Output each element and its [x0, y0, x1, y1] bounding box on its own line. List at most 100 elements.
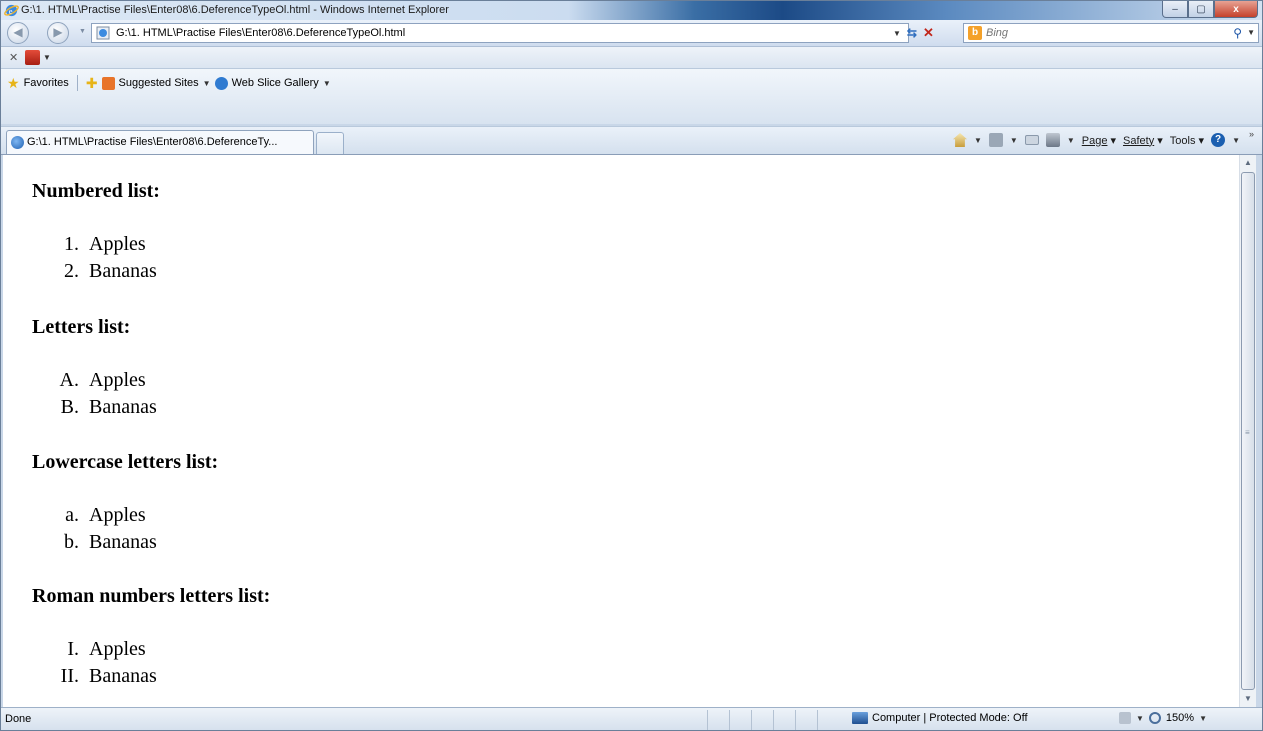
feeds-icon[interactable]	[988, 133, 1003, 147]
recent-pages-dropdown-icon[interactable]: ▼	[79, 28, 86, 35]
tab-strip: G:\1. HTML\Practise Files\Enter08\6.Defe…	[1, 126, 1262, 155]
list-marker: 1.	[64, 233, 79, 255]
print-icon[interactable]	[1045, 133, 1060, 147]
list-marker: II.	[60, 665, 79, 687]
minimize-button[interactable]: –	[1162, 1, 1188, 18]
list-item-text: Apples	[89, 233, 146, 255]
list-item: II. Bananas	[43, 663, 157, 690]
privacy-icon[interactable]	[1119, 712, 1131, 724]
refresh-icon[interactable]: ⇆	[907, 26, 917, 40]
status-bar: Done Computer | Protected Mode: Off ▼ 15…	[1, 707, 1262, 730]
status-panel	[795, 710, 817, 730]
suggested-sites-dropdown-icon[interactable]: ▼	[203, 79, 211, 88]
list-item: 1. Apples	[43, 231, 157, 258]
navigation-bar: ◀ ▶ ▼ G:\1. HTML\Practise Files\Enter08\…	[1, 20, 1262, 46]
back-button[interactable]: ◀	[7, 22, 29, 44]
list-item-text: Apples	[89, 638, 146, 660]
tab-current-page[interactable]: G:\1. HTML\Practise Files\Enter08\6.Defe…	[6, 130, 314, 154]
list-item-text: Bananas	[89, 260, 157, 282]
page-menu[interactable]: Page ▾	[1082, 134, 1116, 147]
title-bar: e G:\1. HTML\Practise Files\Enter08\6.De…	[1, 1, 1262, 20]
page-menu-label: Page	[1081, 134, 1108, 147]
favorites-bar: ★ Favorites ✚ Suggested Sites ▼ Web Slic…	[1, 68, 1262, 124]
address-tools: ▼ ⇆ ✕	[893, 25, 934, 41]
bing-icon: b	[968, 26, 982, 40]
scroll-down-icon[interactable]: ▼	[1240, 691, 1256, 707]
more-commands-chevron-icon[interactable]: »	[1249, 129, 1254, 139]
search-options-dropdown-icon[interactable]: ▼	[1247, 28, 1255, 37]
list-marker: a.	[65, 504, 79, 526]
list-marker: I.	[67, 638, 79, 660]
status-panel	[751, 710, 773, 730]
status-panel	[817, 710, 839, 730]
command-bar: ▼ ▼ ▼ Page ▾ Safety ▾ Tools ▾ ? ▼ »	[952, 129, 1254, 147]
web-slice-icon	[214, 76, 228, 90]
zoom-level[interactable]: 150%	[1166, 712, 1194, 724]
forward-arrow-icon: ▶	[53, 25, 63, 39]
list-item: B. Bananas	[43, 394, 157, 421]
toolbar-addon-icon[interactable]	[25, 50, 40, 65]
list-marker: 2.	[64, 260, 79, 282]
scroll-up-icon[interactable]: ▲	[1240, 155, 1256, 171]
status-text: Done	[5, 713, 32, 725]
list-item: I. Apples	[43, 636, 157, 663]
favorites-button[interactable]: Favorites	[24, 77, 69, 89]
mail-icon[interactable]	[1024, 135, 1039, 145]
feeds-dropdown-icon[interactable]: ▼	[1010, 136, 1018, 145]
search-icon[interactable]: ⚲	[1233, 26, 1242, 40]
maximize-button[interactable]: ▢	[1188, 1, 1214, 18]
toolbar-addon-dropdown-icon[interactable]: ▼	[43, 53, 51, 62]
list-item: 2. Bananas	[43, 258, 157, 285]
list-item-text: Bananas	[89, 396, 157, 418]
status-right-tools: ▼ 150% ▼	[1119, 712, 1207, 724]
home-dropdown-icon[interactable]: ▼	[974, 136, 982, 145]
privacy-dropdown-icon[interactable]: ▼	[1136, 714, 1144, 723]
letters-list: A. Apples B. Bananas	[43, 367, 157, 421]
close-window-button[interactable]: x	[1214, 1, 1258, 18]
security-zone-label: Computer | Protected Mode: Off	[872, 712, 1028, 724]
help-dropdown-icon[interactable]: ▼	[1232, 136, 1240, 145]
address-bar[interactable]: G:\1. HTML\Practise Files\Enter08\6.Defe…	[91, 23, 909, 43]
roman-numbers-list: I. Apples II. Bananas	[43, 636, 157, 690]
help-icon[interactable]: ?	[1211, 133, 1226, 147]
stop-icon[interactable]: ✕	[923, 25, 934, 41]
web-slice-gallery-link[interactable]: Web Slice Gallery	[232, 77, 319, 89]
tab-title: G:\1. HTML\Practise Files\Enter08\6.Defe…	[27, 136, 278, 148]
toolbar-row: ✕ ▼	[1, 46, 1262, 68]
close-toolbar-icon[interactable]: ✕	[9, 51, 18, 64]
computer-zone-icon	[852, 712, 868, 724]
separator	[76, 75, 78, 91]
zoom-icon[interactable]	[1148, 712, 1161, 724]
list-item: a. Apples	[43, 502, 157, 529]
window-controls: – ▢ x	[1162, 1, 1258, 18]
suggested-sites-icon	[101, 76, 115, 90]
list-item: b. Bananas	[43, 529, 157, 556]
suggested-sites-link[interactable]: Suggested Sites	[119, 77, 199, 89]
add-to-favorites-icon[interactable]: ✚	[86, 75, 98, 92]
vertical-scrollbar[interactable]: ▲ ≡ ▼	[1239, 155, 1256, 707]
favorites-star-icon: ★	[7, 74, 20, 91]
safety-menu[interactable]: Safety ▾	[1123, 134, 1163, 147]
search-box[interactable]: b ⚲ ▼	[963, 23, 1259, 43]
web-slice-dropdown-icon[interactable]: ▼	[323, 79, 331, 88]
status-panel	[729, 710, 751, 730]
address-url[interactable]: G:\1. HTML\Practise Files\Enter08\6.Defe…	[116, 27, 405, 39]
forward-button[interactable]: ▶	[47, 22, 69, 44]
list-item-text: Bananas	[89, 531, 157, 553]
list-item-text: Apples	[89, 369, 146, 391]
new-tab-button[interactable]	[316, 132, 344, 154]
zoom-dropdown-icon[interactable]: ▼	[1199, 714, 1207, 723]
section-heading: Letters list:	[32, 316, 131, 338]
scrollbar-thumb[interactable]: ≡	[1241, 172, 1255, 690]
status-panel	[773, 710, 795, 730]
tab-ie-icon	[11, 136, 24, 149]
tools-menu[interactable]: Tools ▾	[1170, 134, 1204, 147]
list-marker: B.	[60, 396, 79, 418]
home-icon[interactable]	[952, 133, 967, 147]
list-item: A. Apples	[43, 367, 157, 394]
security-zone[interactable]: Computer | Protected Mode: Off	[852, 712, 1028, 724]
print-dropdown-icon[interactable]: ▼	[1067, 136, 1075, 145]
address-dropdown-icon[interactable]: ▼	[893, 29, 901, 38]
section-heading: Numbered list:	[32, 180, 160, 202]
search-input[interactable]	[986, 26, 1216, 40]
